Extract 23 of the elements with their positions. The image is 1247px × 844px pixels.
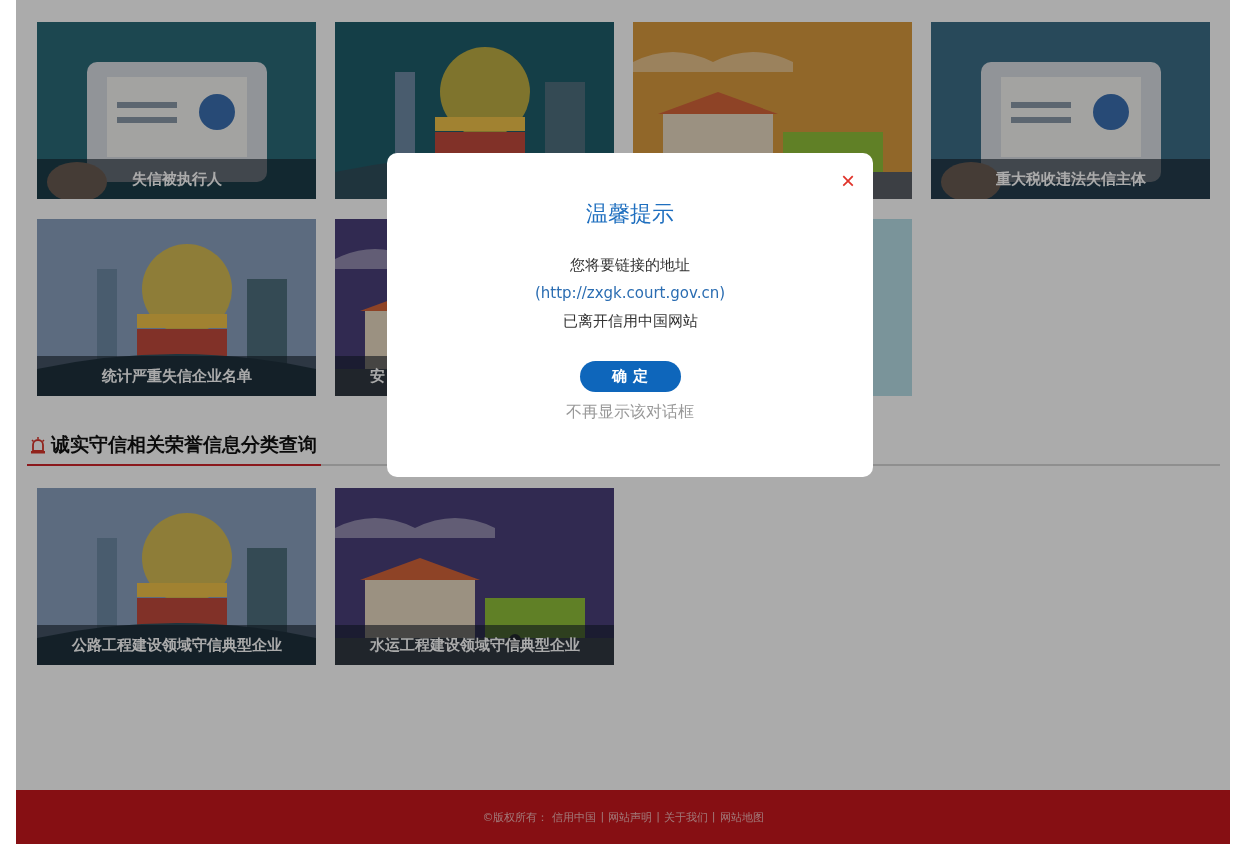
confirm-button[interactable]: 确 定 [579, 361, 681, 392]
separator: | [600, 809, 605, 825]
separator: | [711, 809, 716, 825]
footer-link[interactable]: 信用中国 [552, 809, 597, 825]
copyright-text: ©版权所有： [482, 809, 549, 825]
card-title: 失信被执行人 [131, 169, 222, 189]
card-title: 水运工程建设领域守信典型企业 [369, 635, 580, 655]
section-heading: 诚实守信相关荣誉信息分类查询 [27, 432, 321, 466]
separator: | [656, 809, 660, 825]
alarm-icon [29, 436, 47, 454]
dialog-text: 已离开信用中国网站 [562, 311, 698, 332]
card-title: 重大税收违法失信主体 [995, 169, 1146, 189]
footer-link[interactable]: 网站声明 [608, 809, 653, 825]
card-title: 公路工程建设领域守信典型企业 [71, 635, 282, 655]
dialog-title: 温馨提示 [586, 200, 674, 228]
footer-link[interactable]: 关于我们 [663, 809, 708, 825]
card-title: 统计严重失信企业名单 [101, 366, 252, 386]
footer-link[interactable]: 网站地图 [719, 809, 764, 825]
dialog-text: 您将要链接的地址 [570, 255, 690, 276]
dismiss-link[interactable]: 不再显示该对话框 [566, 402, 694, 423]
card-title: 安 [370, 366, 385, 386]
address-link[interactable]: (http://zxgk.court.gov.cn) [534, 279, 726, 307]
close-button[interactable]: × [839, 167, 857, 195]
